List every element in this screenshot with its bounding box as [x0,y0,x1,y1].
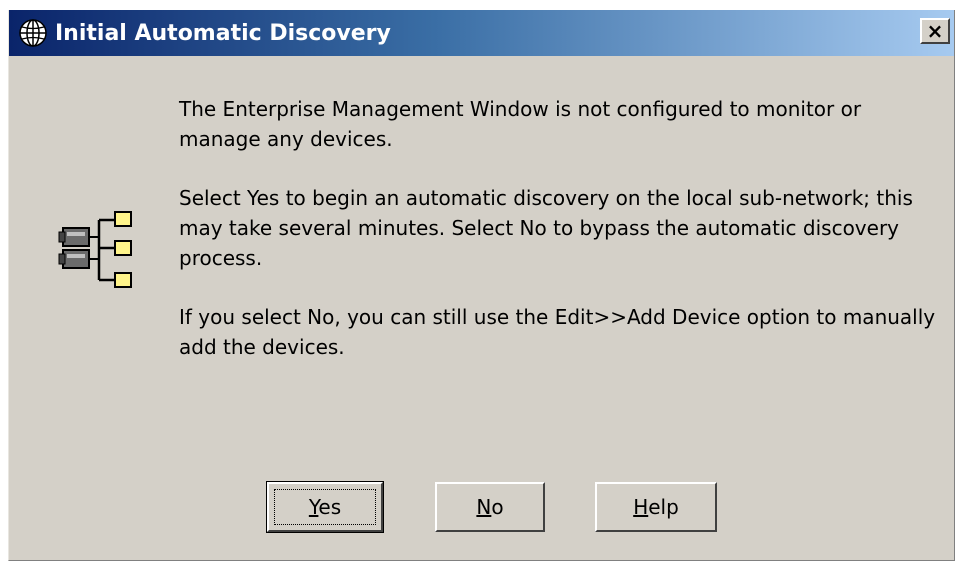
no-mnemonic: N [476,495,492,519]
close-icon: × [926,19,944,43]
dialog-title: Initial Automatic Discovery [55,20,391,46]
help-mnemonic: H [633,495,649,519]
message-paragraph-select-no: If you select No, you can still use the … [179,305,936,359]
message-paragraph-not-configured: The Enterprise Management Window is not … [179,97,862,151]
focus-ring [274,489,376,525]
title-bar[interactable]: Initial Automatic Discovery × [9,10,954,56]
message-paragraph-select-yes: Select Yes to begin an automatic discove… [179,186,913,270]
no-label-rest: o [491,495,504,519]
no-button-label: No [476,495,503,519]
globe-icon [15,15,51,51]
button-row: Yes No Help [9,481,954,538]
initial-automatic-discovery-dialog: Initial Automatic Discovery × The Enterp… [8,10,955,561]
dialog-message: The Enterprise Management Window is not … [179,94,939,391]
no-button[interactable]: No [435,482,545,532]
close-button[interactable]: × [920,18,950,44]
help-label-rest: elp [648,495,679,519]
yes-button[interactable]: Yes [266,481,384,533]
help-button-label: Help [633,495,679,519]
network-devices-icon [57,208,147,288]
help-button[interactable]: Help [595,482,717,532]
